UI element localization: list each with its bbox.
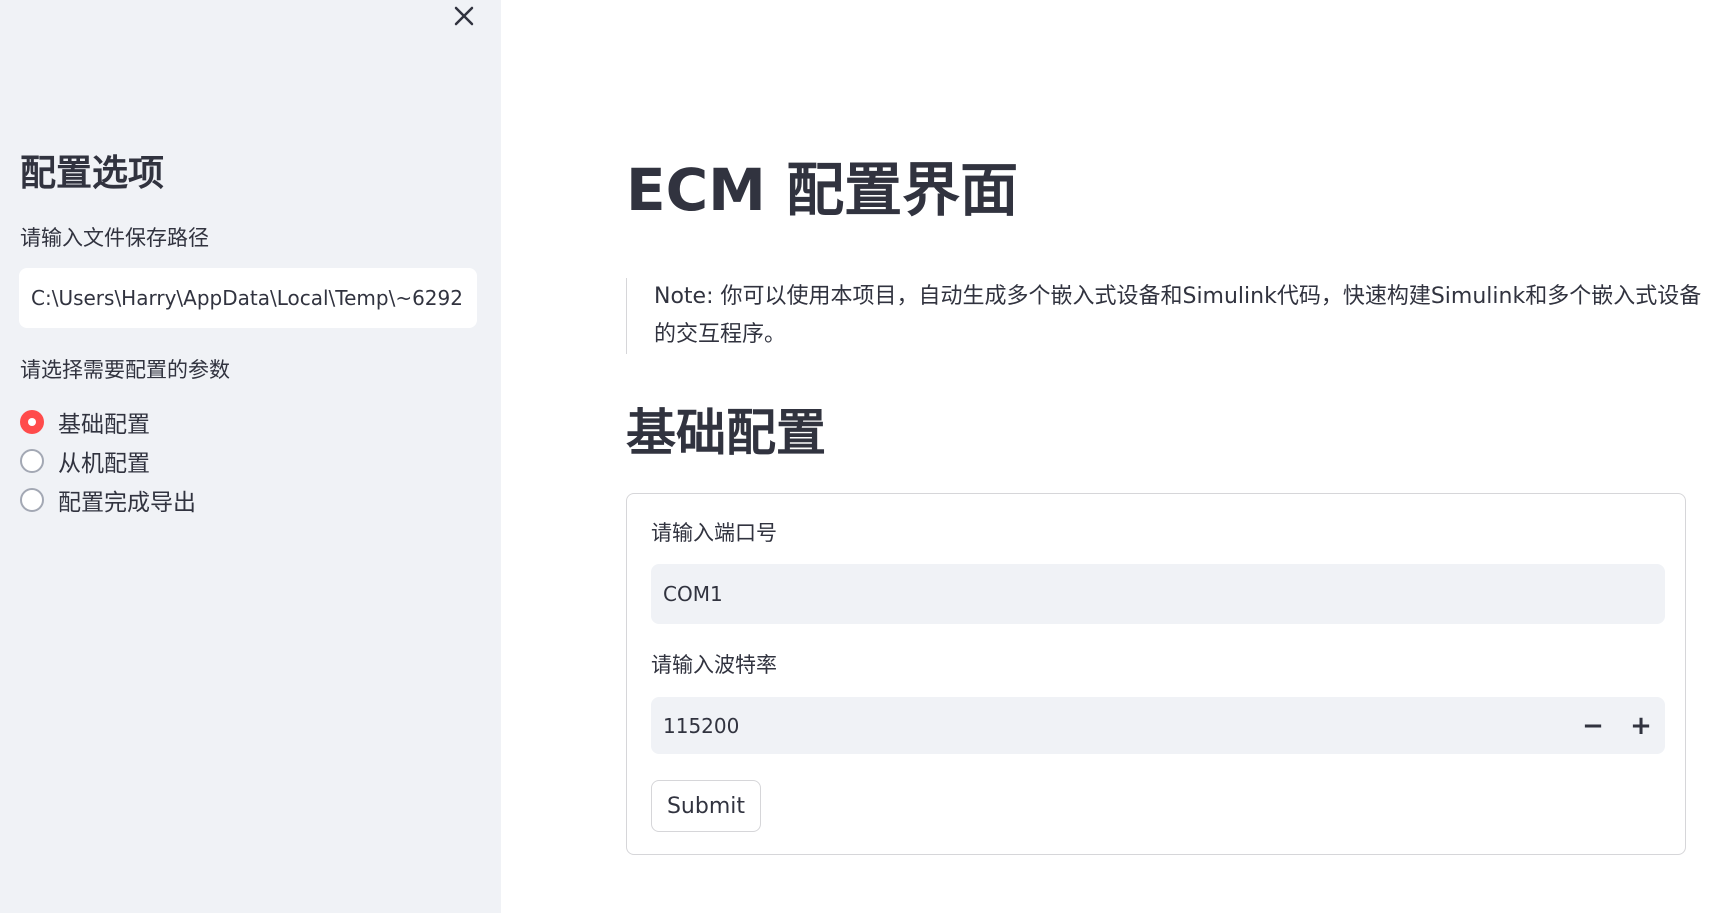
- radio-option-basic[interactable]: 基础配置: [20, 402, 196, 441]
- radio-unchecked-icon: [20, 448, 44, 473]
- radio-checked-icon: [20, 409, 44, 434]
- close-icon: [454, 6, 474, 26]
- radio-label: 从机配置: [58, 450, 150, 477]
- path-input[interactable]: [19, 268, 477, 328]
- port-label: 请输入端口号: [651, 521, 777, 545]
- param-label: 请选择需要配置的参数: [20, 358, 230, 382]
- submit-button[interactable]: Submit: [651, 780, 761, 832]
- baud-number-input: − +: [651, 697, 1665, 754]
- port-input[interactable]: [651, 564, 1665, 624]
- close-sidebar-button[interactable]: [448, 0, 480, 32]
- section-title: 基础配置: [626, 404, 826, 462]
- path-label: 请输入文件保存路径: [20, 226, 209, 250]
- sidebar: 配置选项 请输入文件保存路径 请选择需要配置的参数 基础配置 从机配置 配置完成…: [0, 0, 501, 913]
- config-radio-group: 基础配置 从机配置 配置完成导出: [20, 402, 196, 519]
- page-title: ECM 配置界面: [626, 156, 1019, 224]
- radio-unchecked-icon: [20, 487, 44, 512]
- basic-config-form: 请输入端口号 请输入波特率 − + Submit: [626, 493, 1686, 855]
- radio-option-slave[interactable]: 从机配置: [20, 441, 196, 480]
- baud-label: 请输入波特率: [651, 653, 777, 677]
- app: 配置选项 请输入文件保存路径 请选择需要配置的参数 基础配置 从机配置 配置完成…: [0, 0, 1735, 913]
- plus-icon: +: [1630, 710, 1652, 741]
- radio-label: 基础配置: [58, 411, 150, 438]
- increment-button[interactable]: +: [1617, 697, 1665, 754]
- radio-label: 配置完成导出: [58, 489, 196, 516]
- decrement-button[interactable]: −: [1569, 697, 1617, 754]
- sidebar-title: 配置选项: [20, 153, 165, 194]
- radio-option-export[interactable]: 配置完成导出: [20, 480, 196, 519]
- minus-icon: −: [1582, 710, 1604, 741]
- note-blockquote: Note: 你可以使用本项目，自动生成多个嵌入式设备和Simulink代码，快速…: [626, 278, 1714, 354]
- baud-input[interactable]: [651, 697, 1569, 754]
